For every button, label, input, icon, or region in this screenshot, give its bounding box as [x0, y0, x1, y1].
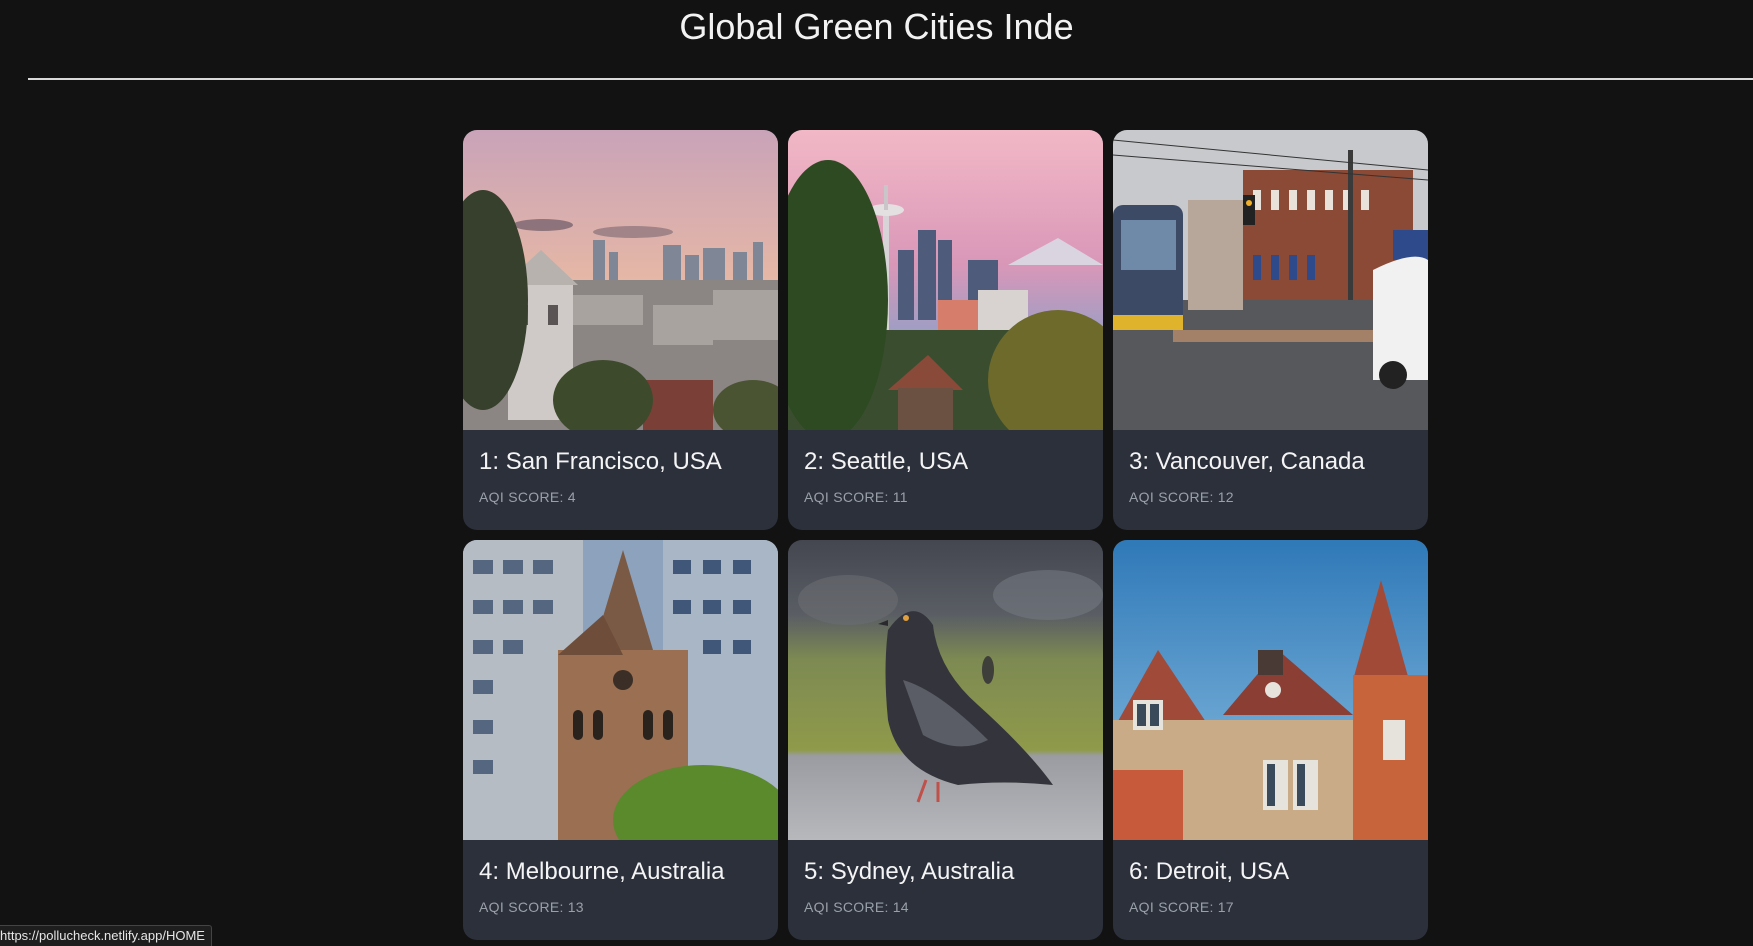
city-card-title: 5: Sydney, Australia: [804, 858, 1015, 885]
detroit-house-photo: [1113, 540, 1428, 840]
aqi-score: AQI SCORE: 11: [804, 489, 908, 505]
city-card-seattle[interactable]: 2: Seattle, USA AQI SCORE: 11: [788, 130, 1103, 530]
city-card-title: 2: Seattle, USA: [804, 448, 969, 475]
city-card-sydney[interactable]: 5: Sydney, Australia AQI SCORE: 14: [788, 540, 1103, 940]
aqi-score: AQI SCORE: 12: [1129, 489, 1234, 505]
aqi-score: AQI SCORE: 13: [479, 899, 584, 915]
status-bar-url: https://pollucheck.netlify.app/HOME: [0, 925, 212, 946]
seattle-space-needle-photo: [788, 130, 1103, 430]
aqi-score: AQI SCORE: 4: [479, 489, 576, 505]
vancouver-street-photo: [1113, 130, 1428, 430]
city-card-vancouver[interactable]: 3: Vancouver, Canada AQI SCORE: 12: [1113, 130, 1428, 530]
san-francisco-skyline-photo: [463, 130, 778, 430]
city-card-title: 1: San Francisco, USA: [479, 448, 722, 475]
header-divider: [28, 78, 1753, 80]
page-title: Global Green Cities Inde: [679, 6, 1074, 47]
city-card-title: 4: Melbourne, Australia: [479, 858, 725, 885]
sydney-pigeon-photo: [788, 540, 1103, 840]
city-card-title: 6: Detroit, USA: [1129, 858, 1290, 885]
melbourne-church-photo: [463, 540, 778, 840]
aqi-score: AQI SCORE: 14: [804, 899, 909, 915]
aqi-score: AQI SCORE: 17: [1129, 899, 1234, 915]
city-card-san-francisco[interactable]: 1: San Francisco, USA AQI SCORE: 4: [463, 130, 778, 530]
city-card-title: 3: Vancouver, Canada: [1129, 448, 1365, 475]
city-grid: 1: San Francisco, USA AQI SCORE: 4 2: Se…: [463, 130, 1428, 940]
city-card-melbourne[interactable]: 4: Melbourne, Australia AQI SCORE: 13: [463, 540, 778, 940]
city-card-detroit[interactable]: 6: Detroit, USA AQI SCORE: 17: [1113, 540, 1428, 940]
